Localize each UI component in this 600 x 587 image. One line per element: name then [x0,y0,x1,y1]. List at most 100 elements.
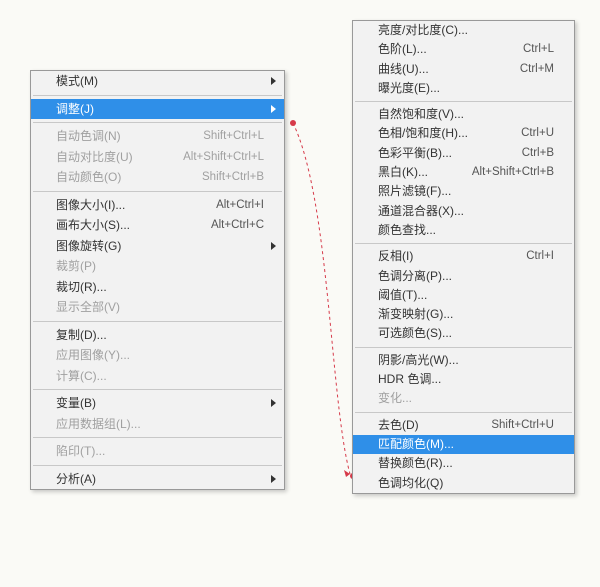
menu-item-label: 曝光度(E)... [378,79,554,98]
menu-separator [33,321,282,322]
menu-item-label: 复制(D)... [56,325,264,346]
menu-item-label: 阈值(T)... [378,286,554,305]
menu-item-label: 模式(M) [56,71,264,92]
menu-item-shortcut: Ctrl+I [526,247,554,266]
adjustments-submenu: 亮度/对比度(C)...色阶(L)...Ctrl+L曲线(U)...Ctrl+M… [352,20,575,494]
menu-item-shortcut: Shift+Ctrl+L [203,126,264,147]
menu-item-shortcut: Shift+Ctrl+B [202,167,264,188]
black-white-item[interactable]: 黑白(K)...Alt+Shift+Ctrl+B [353,163,574,182]
menu-item-label: 照片滤镜(F)... [378,182,554,201]
menu-item-label: 图像旋转(G) [56,236,264,257]
photo-filter-item[interactable]: 照片滤镜(F)... [353,182,574,201]
invert-item[interactable]: 反相(I)Ctrl+I [353,247,574,266]
levels-item[interactable]: 色阶(L)...Ctrl+L [353,40,574,59]
selective-color-item[interactable]: 可选颜色(S)... [353,324,574,343]
menu-item-label: 替换颜色(R)... [378,454,554,473]
menu-item-shortcut: Alt+Shift+Ctrl+B [472,163,554,182]
channel-mixer-item[interactable]: 通道混合器(X)... [353,202,574,221]
mode-item[interactable]: 模式(M) [31,71,284,92]
menu-item-label: 自动色调(N) [56,126,203,147]
menu-item-label: 裁切(R)... [56,277,264,298]
menu-item-label: 阴影/高光(W)... [378,351,554,370]
menu-item-label: 变化... [378,389,554,408]
analysis-item[interactable]: 分析(A) [31,469,284,490]
menu-item-label: 变量(B) [56,393,264,414]
menu-item-shortcut: Alt+Shift+Ctrl+L [183,147,264,168]
submenu-arrow-icon [271,399,276,407]
menu-separator [33,389,282,390]
menu-item-label: 匹配颜色(M)... [378,435,554,454]
menu-separator [33,465,282,466]
brightness-contrast-item[interactable]: 亮度/对比度(C)... [353,21,574,40]
menu-item-shortcut: Ctrl+L [523,40,554,59]
menu-separator [33,191,282,192]
submenu-arrow-icon [271,475,276,483]
menu-item-label: 应用图像(Y)... [56,345,264,366]
auto-contrast-item: 自动对比度(U)Alt+Shift+Ctrl+L [31,147,284,168]
trap-item: 陷印(T)... [31,441,284,462]
menu-item-label: 色调分离(P)... [378,267,554,286]
submenu-arrow-icon [271,77,276,85]
menu-item-label: 去色(D) [378,416,491,435]
menu-item-label: HDR 色调... [378,370,554,389]
menu-item-label: 反相(I) [378,247,526,266]
adjustments-item[interactable]: 调整(J) [31,99,284,120]
color-balance-item[interactable]: 色彩平衡(B)...Ctrl+B [353,144,574,163]
variations-item: 变化... [353,389,574,408]
menu-item-label: 亮度/对比度(C)... [378,21,554,40]
menu-item-label: 色相/饱和度(H)... [378,124,521,143]
image-size-item[interactable]: 图像大小(I)...Alt+Ctrl+I [31,195,284,216]
menu-item-shortcut: Ctrl+B [522,144,554,163]
menu-item-label: 计算(C)... [56,366,264,387]
menu-item-shortcut: Ctrl+U [521,124,554,143]
canvas-size-item[interactable]: 画布大小(S)...Alt+Ctrl+C [31,215,284,236]
vibrance-item[interactable]: 自然饱和度(V)... [353,105,574,124]
submenu-arrow-icon [271,242,276,250]
menu-separator [33,437,282,438]
menu-item-label: 颜色查找... [378,221,554,240]
hdr-toning-item[interactable]: HDR 色调... [353,370,574,389]
desaturate-item[interactable]: 去色(D)Shift+Ctrl+U [353,416,574,435]
trim-item[interactable]: 裁切(R)... [31,277,284,298]
menu-separator [355,347,572,348]
match-color-item[interactable]: 匹配颜色(M)... [353,435,574,454]
reveal-all-item: 显示全部(V) [31,297,284,318]
menu-item-shortcut: Alt+Ctrl+I [216,195,264,216]
menu-item-label: 自动颜色(O) [56,167,202,188]
menu-item-label: 色彩平衡(B)... [378,144,522,163]
menu-item-label: 应用数据组(L)... [56,414,264,435]
menu-item-label: 陷印(T)... [56,441,264,462]
menu-item-label: 自动对比度(U) [56,147,183,168]
menu-item-label: 曲线(U)... [378,60,520,79]
threshold-item[interactable]: 阈值(T)... [353,286,574,305]
variables-item[interactable]: 变量(B) [31,393,284,414]
curves-item[interactable]: 曲线(U)...Ctrl+M [353,60,574,79]
submenu-arrow-icon [271,105,276,113]
shadows-highlights-item[interactable]: 阴影/高光(W)... [353,351,574,370]
equalize-item[interactable]: 色调均化(Q) [353,474,574,493]
crop-item: 裁剪(P) [31,256,284,277]
calculations-item: 计算(C)... [31,366,284,387]
hue-saturation-item[interactable]: 色相/饱和度(H)...Ctrl+U [353,124,574,143]
menu-item-label: 色调均化(Q) [378,474,554,493]
auto-tone-item: 自动色调(N)Shift+Ctrl+L [31,126,284,147]
color-lookup-item[interactable]: 颜色查找... [353,221,574,240]
apply-image-item: 应用图像(Y)... [31,345,284,366]
menu-item-label: 图像大小(I)... [56,195,216,216]
exposure-item[interactable]: 曝光度(E)... [353,79,574,98]
menu-item-label: 通道混合器(X)... [378,202,554,221]
menu-item-label: 自然饱和度(V)... [378,105,554,124]
menu-separator [33,95,282,96]
annotation-dot-start [290,120,296,126]
menu-item-label: 调整(J) [56,99,264,120]
menu-separator [33,122,282,123]
gradient-map-item[interactable]: 渐变映射(G)... [353,305,574,324]
menu-item-shortcut: Alt+Ctrl+C [211,215,264,236]
menu-item-label: 显示全部(V) [56,297,264,318]
auto-color-item: 自动颜色(O)Shift+Ctrl+B [31,167,284,188]
apply-data-set-item: 应用数据组(L)... [31,414,284,435]
duplicate-item[interactable]: 复制(D)... [31,325,284,346]
image-rotation-item[interactable]: 图像旋转(G) [31,236,284,257]
replace-color-item[interactable]: 替换颜色(R)... [353,454,574,473]
posterize-item[interactable]: 色调分离(P)... [353,267,574,286]
